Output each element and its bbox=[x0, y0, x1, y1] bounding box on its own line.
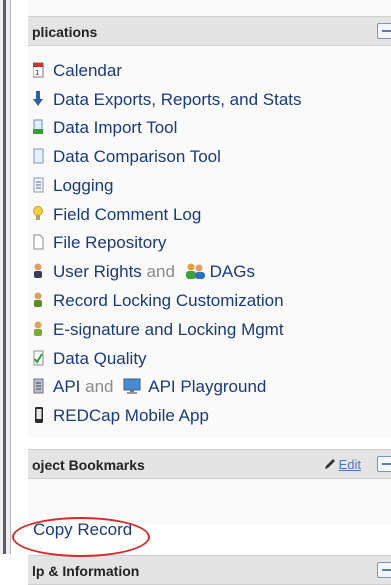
app-item-label: E-signature and Locking Mgmt bbox=[53, 320, 284, 339]
applications-header[interactable]: plications bbox=[28, 16, 391, 46]
user-rights-label: User Rights bbox=[53, 262, 142, 281]
app-item-data-quality[interactable]: Data Quality bbox=[33, 349, 147, 375]
lightbulb-icon bbox=[33, 205, 47, 223]
app-item-label: REDCap Mobile App bbox=[53, 406, 209, 425]
collapse-bookmarks-button[interactable] bbox=[377, 456, 391, 472]
app-item-api[interactable]: API and API Playground bbox=[33, 377, 266, 403]
app-item-user-rights[interactable]: User Rights and DAGs bbox=[33, 262, 255, 288]
app-item-esignature[interactable]: E-signature and Locking Mgmt bbox=[33, 320, 284, 346]
bookmarks-title: oject Bookmarks bbox=[32, 457, 145, 473]
lock-user-icon bbox=[33, 291, 47, 309]
collapse-help-button[interactable] bbox=[377, 562, 391, 578]
app-item-label: Data Quality bbox=[53, 349, 147, 368]
app-item-label: Calendar bbox=[53, 61, 122, 80]
app-item-record-locking[interactable]: Record Locking Customization bbox=[33, 291, 284, 317]
app-item-label: Record Locking Customization bbox=[53, 291, 284, 310]
app-item-logging[interactable]: Logging bbox=[33, 176, 114, 202]
help-title: lp & Information bbox=[32, 563, 140, 579]
calendar-icon: 1 bbox=[33, 61, 47, 79]
edit-label: Edit bbox=[338, 457, 361, 472]
app-item-label: Data Exports, Reports, and Stats bbox=[53, 90, 302, 109]
signature-icon bbox=[33, 320, 47, 338]
checklist-icon bbox=[33, 349, 47, 367]
highlight-circle-annotation bbox=[12, 517, 150, 557]
help-header[interactable]: lp & Information bbox=[28, 555, 391, 585]
mobile-phone-icon bbox=[33, 406, 47, 424]
app-item-label: Data Comparison Tool bbox=[53, 147, 221, 166]
log-list-icon bbox=[33, 176, 47, 194]
edit-bookmarks-link[interactable]: Edit bbox=[324, 457, 361, 472]
app-item-label: Field Comment Log bbox=[53, 205, 202, 224]
pencil-icon bbox=[324, 459, 335, 469]
blank-file-icon bbox=[33, 233, 47, 251]
group-users-icon bbox=[184, 262, 206, 280]
collapse-applications-button[interactable] bbox=[377, 23, 391, 39]
svg-text:1: 1 bbox=[35, 69, 39, 77]
api-label: API bbox=[53, 377, 81, 396]
download-arrow-icon bbox=[33, 90, 47, 108]
and-text: and bbox=[85, 377, 114, 396]
document-icon bbox=[33, 147, 47, 165]
app-item-field-comment-log[interactable]: Field Comment Log bbox=[33, 205, 201, 231]
api-icon bbox=[33, 377, 47, 395]
app-item-mobile-app[interactable]: REDCap Mobile App bbox=[33, 406, 209, 432]
window-edge bbox=[0, 0, 11, 554]
app-item-file-repository[interactable]: File Repository bbox=[33, 233, 166, 259]
bookmarks-header[interactable]: oject Bookmarks Edit bbox=[28, 449, 391, 479]
api-playground-label[interactable]: API Playground bbox=[148, 377, 266, 396]
app-item-label: File Repository bbox=[53, 233, 167, 252]
app-item-label: Data Import Tool bbox=[53, 118, 178, 137]
user-icon bbox=[33, 262, 47, 280]
app-item-data-import[interactable]: Data Import Tool bbox=[33, 118, 177, 144]
monitor-icon bbox=[122, 377, 144, 395]
applications-title: plications bbox=[32, 24, 98, 40]
app-item-calendar[interactable]: 1 Calendar bbox=[33, 61, 122, 87]
app-item-data-comparison[interactable]: Data Comparison Tool bbox=[33, 147, 221, 173]
and-text: and bbox=[146, 262, 175, 281]
import-icon bbox=[33, 118, 47, 136]
dags-label[interactable]: DAGs bbox=[210, 262, 255, 281]
app-item-data-exports[interactable]: Data Exports, Reports, and Stats bbox=[33, 90, 302, 116]
app-item-label: Logging bbox=[53, 176, 114, 195]
